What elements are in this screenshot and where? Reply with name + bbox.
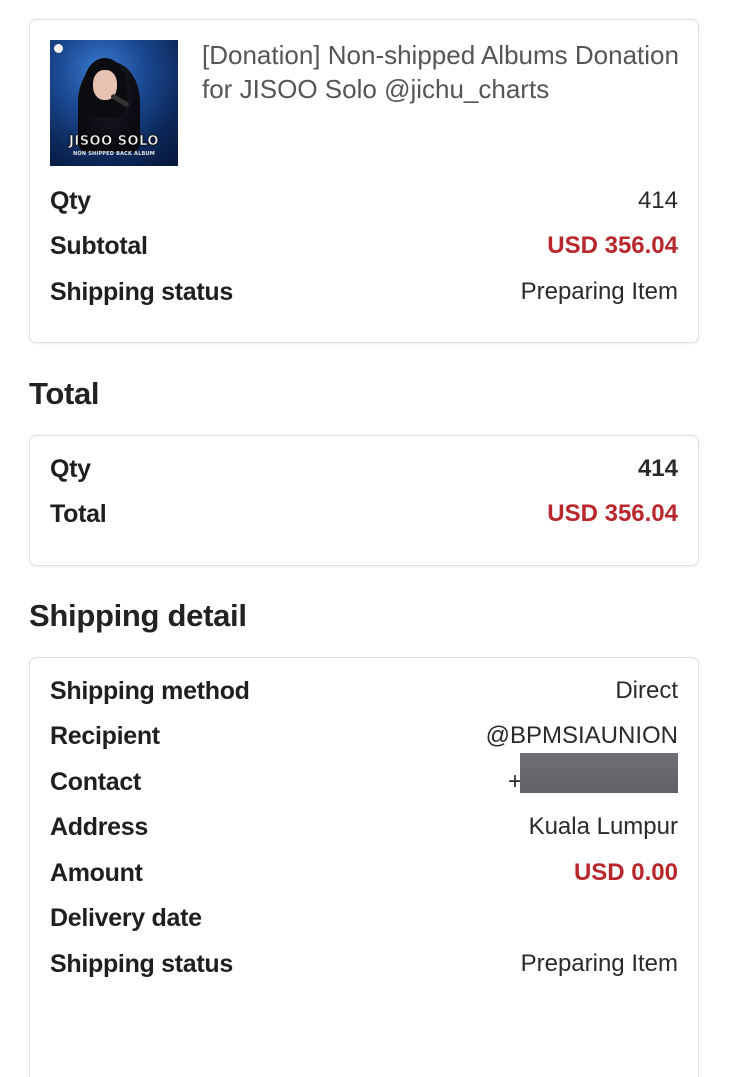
total-qty-row: Qty 414: [50, 452, 678, 486]
item-subtotal-row: Subtotal USD 356.04: [50, 229, 678, 263]
item-qty-label: Qty: [50, 186, 91, 215]
thumbnail-overlay-subtitle: NON SHIPPED BACK ALBUM: [73, 151, 155, 157]
recipient-row: Recipient @BPMSIAUNION: [50, 719, 678, 753]
recipient-value: @BPMSIAUNION: [485, 722, 678, 749]
shipping-status-label: Shipping status: [50, 949, 234, 978]
address-value: Kuala Lumpur: [528, 813, 678, 840]
amount-row: Amount USD 0.00: [50, 856, 678, 890]
shipping-status-row: Shipping status Preparing Item: [50, 947, 678, 981]
address-label: Address: [50, 812, 148, 841]
shipping-method-row: Shipping method Direct: [50, 674, 678, 708]
order-item-card: JISOO SOLO NON SHIPPED BACK ALBUM [Donat…: [29, 19, 699, 343]
item-qty-value: 414: [637, 187, 678, 214]
shipping-detail-heading: Shipping detail: [29, 598, 247, 633]
item-shipping-status-value: Preparing Item: [520, 278, 678, 305]
shipping-method-value: Direct: [615, 677, 678, 704]
item-subtotal-label: Subtotal: [50, 231, 148, 260]
thumbnail-overlay-title: JISOO SOLO: [69, 134, 159, 150]
item-shipping-status-row: Shipping status Preparing Item: [50, 275, 678, 309]
total-heading: Total: [29, 376, 100, 411]
shipping-status-value: Preparing Item: [520, 950, 678, 977]
item-qty-row: Qty 414: [50, 184, 678, 218]
delivery-date-row: Delivery date: [50, 901, 678, 935]
item-subtotal-value: USD 356.04: [547, 232, 678, 259]
contact-value: +: [508, 753, 678, 799]
shipping-method-label: Shipping method: [50, 676, 250, 705]
brand-logo-icon: [54, 44, 63, 53]
item-shipping-status-label: Shipping status: [50, 277, 234, 306]
total-card: Qty 414 Total USD 356.04: [29, 435, 699, 566]
delivery-date-label: Delivery date: [50, 903, 202, 932]
contact-redaction-block: [520, 753, 678, 793]
product-title[interactable]: [Donation] Non-shipped Albums Donation f…: [202, 38, 682, 106]
contact-row: Contact +: [50, 753, 678, 799]
total-amount-row: Total USD 356.04: [50, 497, 678, 531]
amount-value: USD 0.00: [573, 859, 678, 886]
contact-label: Contact: [50, 767, 141, 796]
total-amount-label: Total: [50, 499, 107, 528]
address-row: Address Kuala Lumpur: [50, 810, 678, 844]
total-qty-label: Qty: [50, 454, 91, 483]
amount-label: Amount: [50, 858, 143, 887]
total-qty-value: 414: [637, 455, 678, 482]
recipient-label: Recipient: [50, 721, 160, 750]
total-amount-value: USD 356.04: [547, 500, 678, 527]
shipping-detail-card: Shipping method Direct Recipient @BPMSIA…: [29, 657, 699, 1077]
product-thumbnail[interactable]: JISOO SOLO NON SHIPPED BACK ALBUM: [50, 40, 178, 166]
